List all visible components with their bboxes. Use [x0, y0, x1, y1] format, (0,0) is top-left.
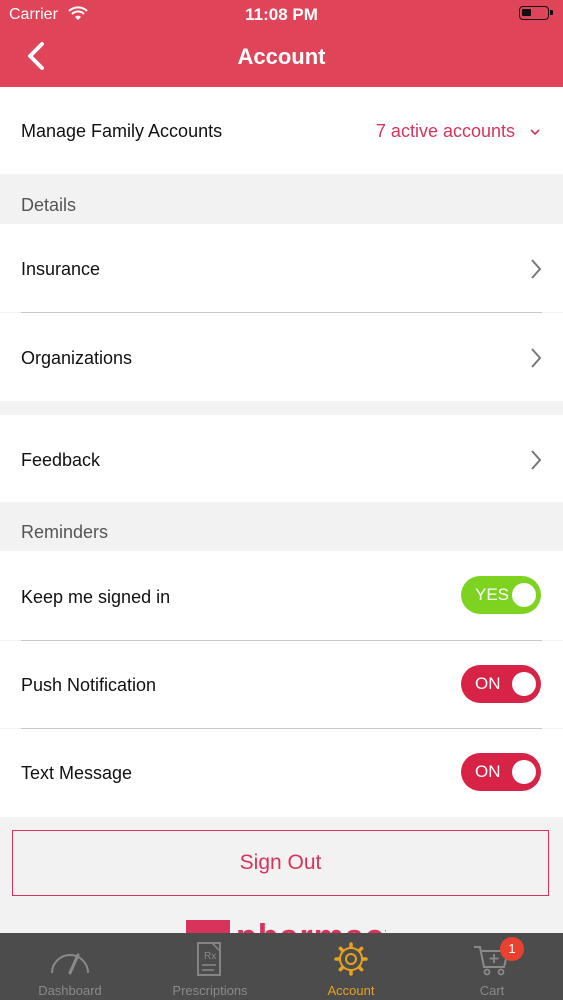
family-accounts-row[interactable]: Manage Family Accounts 7 active accounts — [0, 87, 563, 174]
tab-cart[interactable]: 1 Cart — [432, 933, 552, 1000]
tab-bar: Dashboard Rx Prescriptions Account 1 Car… — [0, 933, 563, 1000]
clock: 11:08 PM — [245, 5, 318, 24]
insurance-label: Insurance — [21, 259, 101, 279]
push-notification-toggle[interactable]: ON — [461, 665, 541, 703]
insurance-row[interactable]: Insurance — [0, 224, 563, 312]
tab-label: Dashboard — [38, 983, 102, 998]
text-message-row: Text Message ON — [0, 729, 563, 817]
toggle-knob — [512, 583, 536, 607]
toggle-knob — [512, 760, 536, 784]
page-title: Account — [237, 44, 326, 69]
text-message-toggle[interactable]: ON — [461, 753, 541, 791]
push-notification-row: Push Notification ON — [0, 641, 563, 728]
feedback-row[interactable]: Feedback — [0, 415, 563, 502]
keep-signed-in-toggle[interactable]: YES — [461, 576, 541, 614]
tab-prescriptions[interactable]: Rx Prescriptions — [150, 933, 270, 1000]
toggle-state: ON — [475, 762, 501, 781]
details-section-header: Details — [21, 195, 77, 215]
feedback-label: Feedback — [21, 450, 101, 470]
reminders-section-header: Reminders — [21, 522, 109, 542]
svg-text:Rx: Rx — [204, 951, 216, 962]
toggle-state: YES — [475, 585, 510, 604]
organizations-row[interactable]: Organizations — [0, 313, 563, 401]
chevron-right-icon — [531, 348, 542, 368]
sign-out-button[interactable]: Sign Out — [12, 830, 549, 896]
toggle-knob — [512, 672, 536, 696]
battery-icon — [519, 6, 553, 20]
gauge-icon — [51, 953, 89, 975]
keep-signed-in-row: Keep me signed in YES — [0, 551, 563, 640]
toggle-state: ON — [475, 674, 501, 693]
family-accounts-label: Manage Family Accounts — [21, 121, 223, 141]
push-notification-label: Push Notification — [21, 675, 157, 695]
chevron-right-icon — [531, 450, 542, 470]
tab-label: Cart — [479, 983, 505, 998]
tab-label: Prescriptions — [172, 983, 248, 998]
keep-signed-in-label: Keep me signed in — [21, 587, 171, 607]
navigation-header: Carrier 11:08 PM Account — [0, 0, 563, 87]
tab-dashboard[interactable]: Dashboard — [10, 933, 130, 1000]
rx-document-icon: Rx — [197, 942, 221, 976]
gear-icon — [334, 942, 368, 976]
cart-badge: 1 — [500, 937, 524, 961]
active-accounts-value: 7 active accounts — [375, 121, 515, 141]
text-message-label: Text Message — [21, 763, 133, 783]
organizations-label: Organizations — [21, 348, 133, 368]
tab-label: Account — [327, 983, 375, 998]
tab-account[interactable]: Account — [291, 933, 411, 1000]
chevron-right-icon — [531, 259, 542, 279]
status-bar: Carrier 11:08 PM — [0, 0, 563, 30]
chevron-down-icon — [530, 129, 540, 136]
